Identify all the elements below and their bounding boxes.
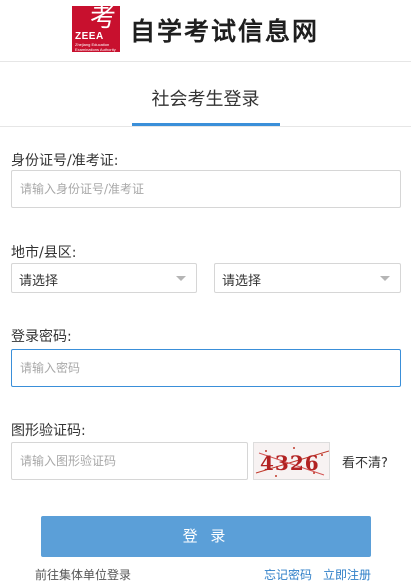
- captcha-graphic: 4326: [255, 447, 329, 477]
- login-button[interactable]: 登 录: [41, 516, 371, 557]
- site-header: 考 ZEEA Zhejiang Education Examinations A…: [0, 0, 411, 62]
- logo-abbreviation: ZEEA: [75, 31, 104, 42]
- captcha-image[interactable]: 4326: [253, 442, 330, 480]
- region-label: 地市/县区:: [11, 245, 77, 261]
- city-select-value: 请选择: [19, 274, 59, 289]
- forgot-password-link[interactable]: 忘记密码: [264, 566, 312, 583]
- password-label: 登录密码:: [11, 329, 72, 345]
- id-number-label: 身份证号/准考证:: [11, 153, 119, 169]
- logo-character: 考: [90, 3, 117, 33]
- captcha-input[interactable]: [11, 442, 248, 480]
- active-tab-indicator: [132, 123, 280, 126]
- chevron-down-icon: [380, 276, 390, 281]
- login-tab-bar: 社会考生登录: [0, 63, 411, 127]
- id-number-input[interactable]: [11, 170, 401, 208]
- group-login-link[interactable]: 前往集体单位登录: [35, 566, 131, 583]
- zeea-logo: 考 ZEEA Zhejiang Education Examinations A…: [72, 3, 120, 52]
- refresh-captcha-link[interactable]: 看不清?: [342, 452, 388, 471]
- password-input[interactable]: [11, 349, 401, 387]
- tab-public-login[interactable]: 社会考生登录: [0, 85, 411, 111]
- county-select-value: 请选择: [222, 274, 262, 289]
- captcha-label: 图形验证码:: [11, 423, 86, 439]
- captcha-text: 4326: [260, 451, 320, 475]
- city-select[interactable]: 请选择: [11, 263, 197, 293]
- logo-subtitle: Zhejiang Education Examinations Authorit…: [75, 42, 116, 52]
- site-title: 自学考试信息网: [130, 17, 320, 46]
- chevron-down-icon: [176, 276, 186, 281]
- register-link[interactable]: 立即注册: [323, 566, 371, 583]
- county-select[interactable]: 请选择: [214, 263, 401, 293]
